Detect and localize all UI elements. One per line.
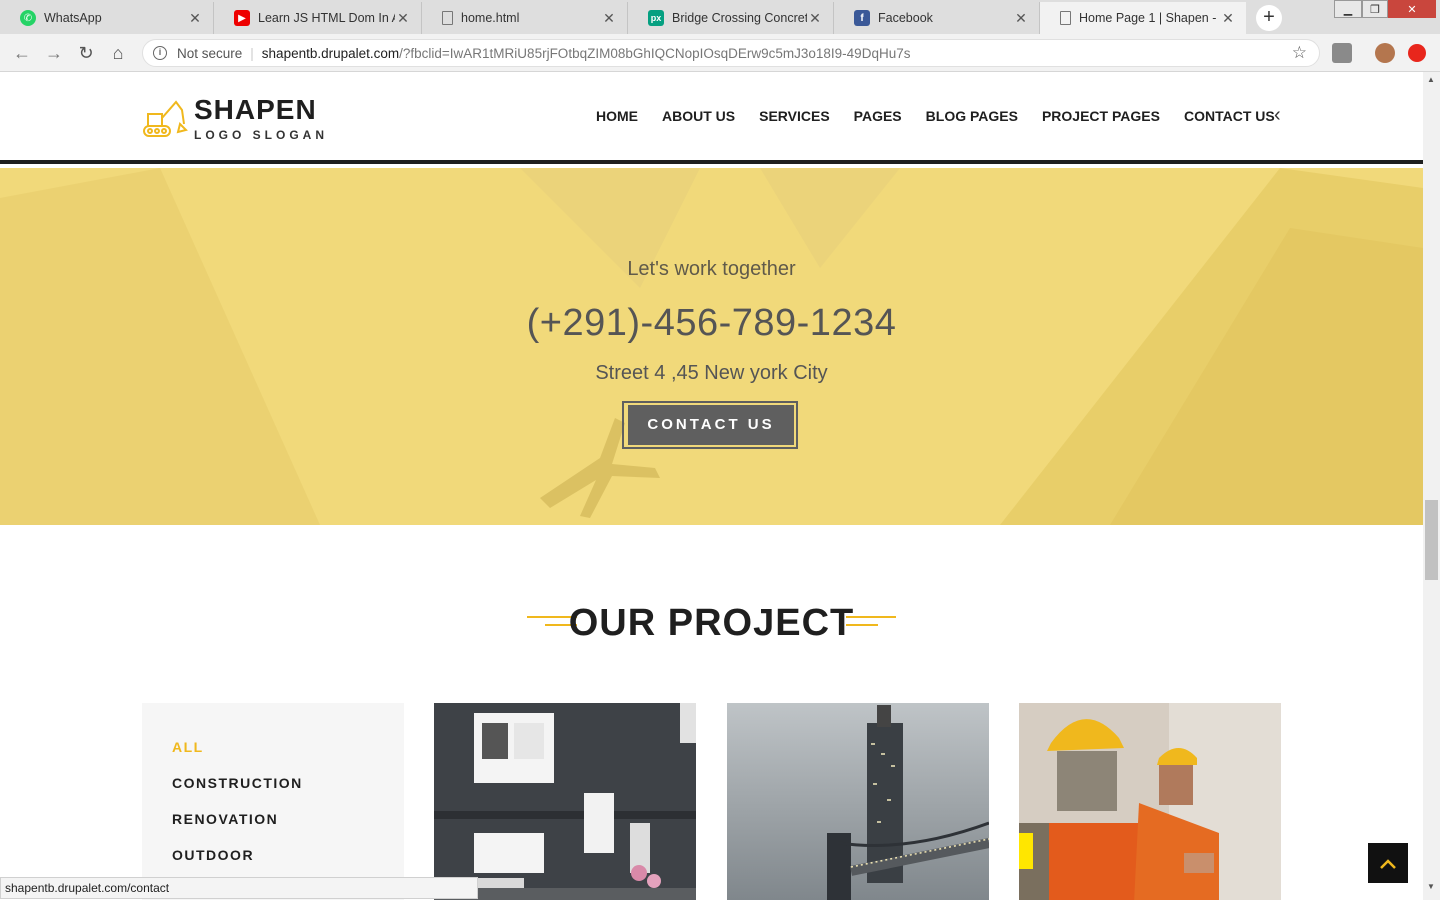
menu-item-home[interactable]: HOME [596,108,638,124]
document-icon [442,11,453,25]
menu-item-about-us[interactable]: ABOUT US [662,108,735,124]
section-title: OUR PROJECT [568,602,855,644]
tab-title: Bridge Crossing Concrete - [672,11,807,25]
close-icon[interactable]: ✕ [807,10,823,27]
project-card-house[interactable] [434,703,696,900]
extension-icon[interactable] [1332,43,1352,63]
tab-whatsapp[interactable]: ✆ WhatsApp ✕ [0,2,214,34]
separator: | [250,45,254,61]
filter-all[interactable]: ALL [172,739,204,755]
tab-strip: ✆ WhatsApp ✕ ▶ Learn JS HTML Dom In Ara … [0,0,1440,34]
tab-title: Learn JS HTML Dom In Ara [258,11,395,25]
whatsapp-icon: ✆ [20,10,36,26]
web-page: SHAPEN LOGO SLOGAN HOME ABOUT US SERVICE… [0,72,1423,900]
youtube-icon: ▶ [234,10,250,26]
chevron-up-icon [1380,859,1396,869]
home-icon[interactable]: ⌂ [106,42,130,64]
close-window-icon[interactable]: ✕ [1388,0,1436,18]
url-host: shapentb.drupalet.com [261,45,400,61]
url-path: /?fbclid=IwAR1tMRiU85rjFOtbqZIM08bGhIQCN… [399,45,911,61]
contact-hero-banner: Let's work together (+291)-456-789-1234 … [0,168,1423,525]
tab-title: Facebook [878,11,933,25]
logo-name: SHAPEN [194,94,317,125]
tower-bridge-image [727,703,989,900]
hero-address: Street 4 ,45 New york City [595,362,828,384]
menu-item-project-pages[interactable]: PROJECT PAGES [1042,108,1160,124]
tab-title: home.html [461,11,520,25]
document-icon [1060,11,1071,25]
tab-title: Home Page 1 | Shapen - C [1079,11,1220,25]
scroll-to-top-button[interactable] [1368,843,1408,883]
scrollbar-thumb[interactable] [1425,500,1438,580]
menu-item-pages[interactable]: PAGES [854,108,902,124]
tab-title: WhatsApp [44,11,102,25]
facebook-icon: f [854,10,870,26]
tab-home-html[interactable]: home.html ✕ [422,2,628,34]
filter-outdoor[interactable]: OUTDOOR [172,847,254,863]
main-menu: HOME ABOUT US SERVICES PAGES BLOG PAGES … [596,108,1299,124]
house-image [434,703,696,900]
menu-item-contact-us[interactable]: CONTACT US [1184,108,1275,124]
project-card-workers[interactable] [1019,703,1281,900]
close-icon[interactable]: ✕ [395,10,411,27]
new-tab-button[interactable]: + [1256,5,1282,31]
page-scrollbar[interactable]: ▲ ▼ [1423,72,1440,900]
forward-icon[interactable]: → [42,42,66,64]
project-filter-list: ALL CONSTRUCTION RENOVATION OUTDOOR [142,703,404,900]
menu-item-services[interactable]: SERVICES [759,108,830,124]
filter-renovation[interactable]: RENOVATION [172,811,278,827]
back-icon[interactable]: ← [10,42,34,64]
url-input[interactable]: i Not secure | shapentb.drupalet.com/?fb… [142,39,1320,67]
hero-tagline: Let's work together [627,258,796,280]
workers-image [1019,703,1281,900]
project-card-tower[interactable] [727,703,989,900]
close-icon[interactable]: ✕ [601,10,617,27]
logo-slogan: LOGO SLOGAN [194,128,328,142]
tab-facebook[interactable]: f Facebook ✕ [834,2,1040,34]
excavator-icon [143,100,188,137]
tab-youtube[interactable]: ▶ Learn JS HTML Dom In Ara ✕ [214,2,422,34]
restore-icon[interactable]: ❐ [1362,0,1388,18]
profile-avatar[interactable] [1375,43,1395,63]
bookmark-star-icon[interactable]: ☆ [1292,43,1307,63]
menu-item-blog-pages[interactable]: BLOG PAGES [926,108,1018,124]
scroll-up-icon[interactable]: ▲ [1427,75,1435,84]
filter-construction[interactable]: CONSTRUCTION [172,775,303,791]
status-bar-url: shapentb.drupalet.com/contact [0,877,478,899]
not-secure-label: Not secure [177,45,243,61]
address-bar: ← → ↻ ⌂ i Not secure | shapentb.drupalet… [0,34,1440,72]
close-icon[interactable]: ✕ [1220,10,1236,27]
extension-red-icon[interactable] [1408,44,1426,62]
close-icon[interactable]: ✕ [1013,10,1029,27]
chevron-left-icon[interactable]: ‹ [1274,104,1281,127]
site-header: SHAPEN LOGO SLOGAN HOME ABOUT US SERVICE… [0,72,1423,164]
buildings-background [0,168,1423,525]
site-logo[interactable]: SHAPEN LOGO SLOGAN [142,96,328,142]
minimize-icon[interactable]: ▁ [1334,0,1362,18]
contact-us-button[interactable]: CONTACT US [628,405,794,445]
hero-phone: (+291)-456-789-1234 [526,302,897,344]
scroll-down-icon[interactable]: ▼ [1427,882,1435,891]
info-icon[interactable]: i [153,46,167,60]
tab-pexels[interactable]: px Bridge Crossing Concrete - ✕ [628,2,834,34]
tab-shapen[interactable]: Home Page 1 | Shapen - C ✕ [1040,2,1246,34]
reload-icon[interactable]: ↻ [74,42,98,64]
close-icon[interactable]: ✕ [187,10,203,27]
pexels-icon: px [648,10,664,26]
